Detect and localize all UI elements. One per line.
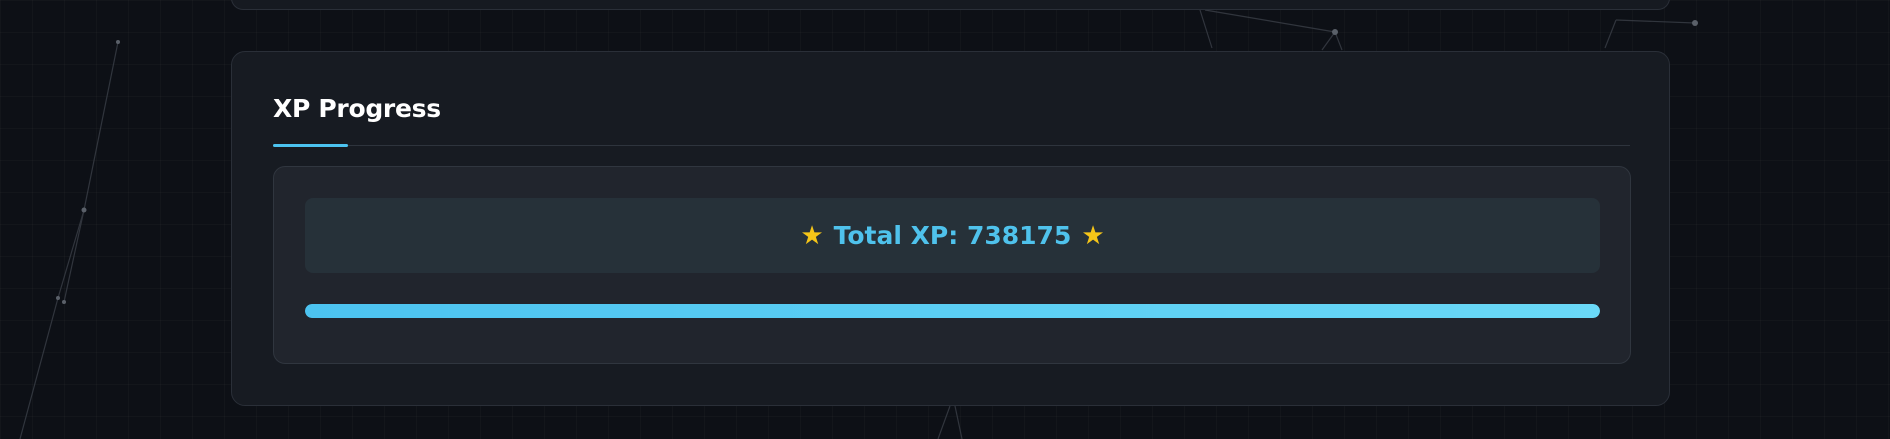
star-icon: ★ [800, 220, 824, 251]
xp-progress-card: XP Progress ★ Total XP: 738175 ★ [231, 51, 1670, 406]
card-title: XP Progress [273, 94, 441, 123]
total-xp-value: 738175 [966, 221, 1072, 250]
title-accent-bar [273, 144, 348, 147]
total-xp-display: ★ Total XP: 738175 ★ [305, 198, 1600, 273]
total-xp-text: Total XP: 738175 [834, 221, 1072, 250]
title-divider [273, 145, 1630, 146]
xp-panel: ★ Total XP: 738175 ★ [273, 166, 1631, 364]
xp-progress-fill [305, 304, 1600, 318]
previous-card [231, 0, 1670, 10]
total-xp-label: Total XP: [833, 221, 959, 250]
xp-progress-bar [305, 304, 1600, 318]
star-icon: ★ [1081, 220, 1105, 251]
